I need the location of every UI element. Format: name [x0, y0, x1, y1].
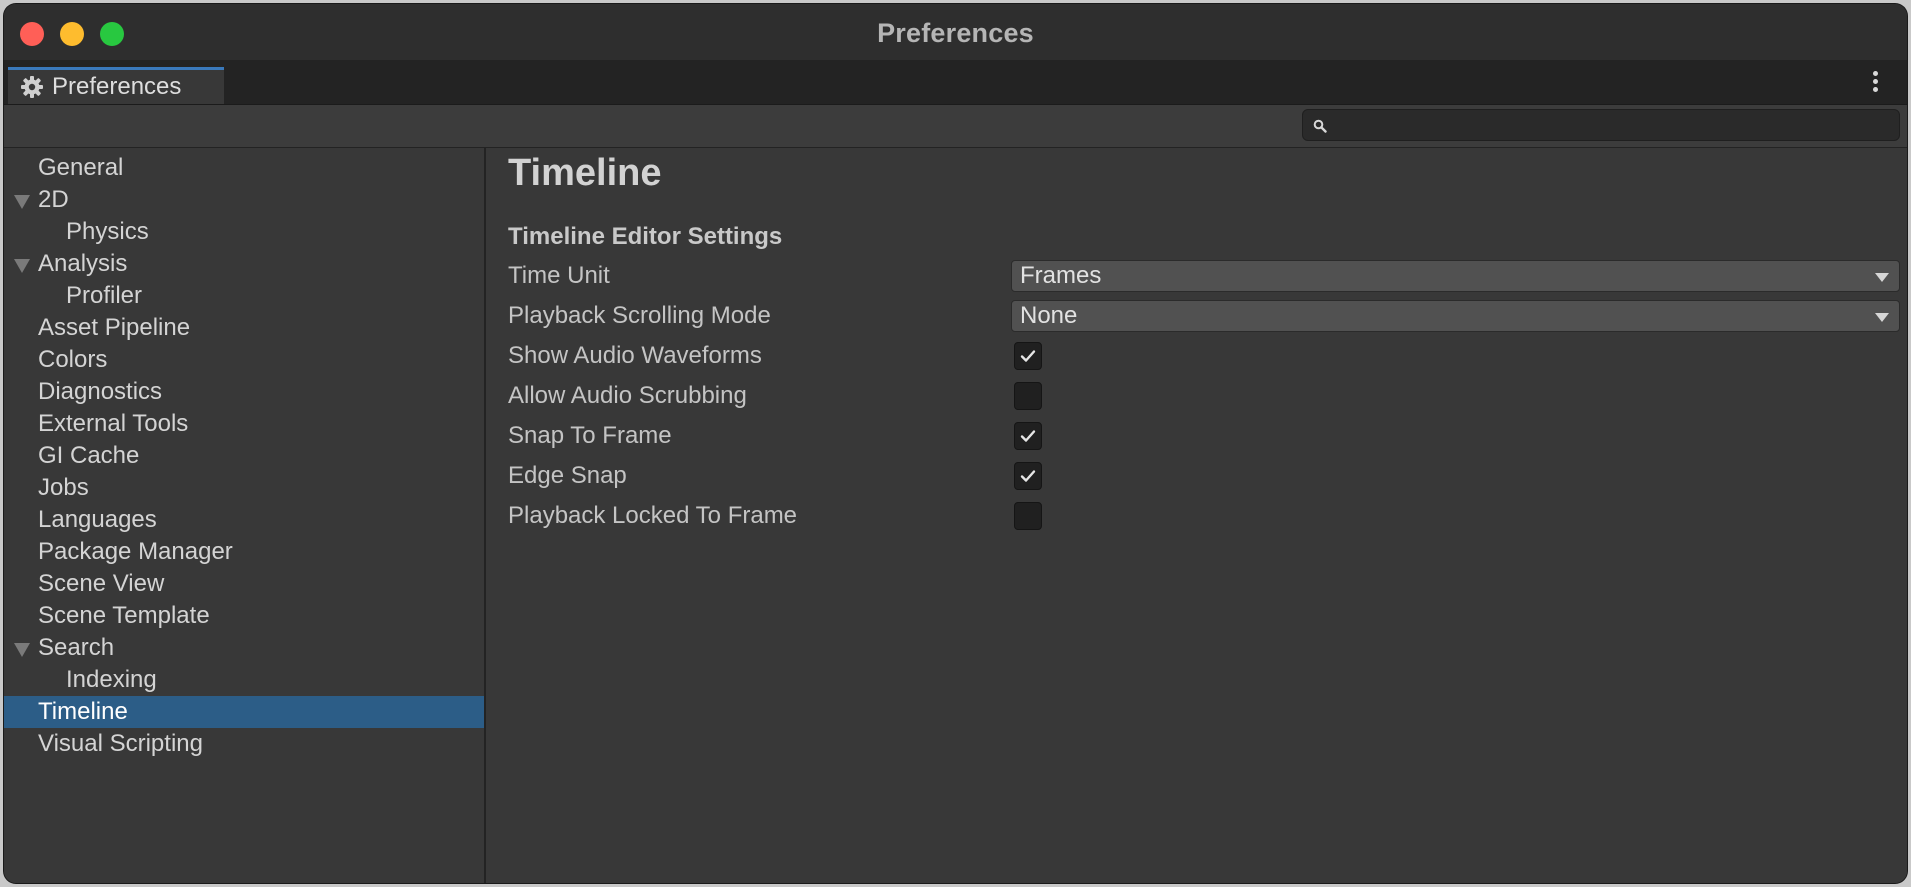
sidebar-item-label: External Tools	[38, 410, 189, 437]
search-input[interactable]	[1335, 112, 1895, 140]
sidebar-item-label: Indexing	[66, 666, 157, 693]
sidebar-item-external-tools[interactable]: External Tools	[4, 408, 484, 440]
sidebar-item-label: Timeline	[38, 698, 128, 725]
expand-triangle-icon[interactable]	[14, 259, 30, 273]
allow-audio-scrubbing-checkbox[interactable]	[1014, 382, 1042, 410]
sidebar-item-diagnostics[interactable]: Diagnostics	[4, 376, 484, 408]
chevron-down-icon	[1875, 313, 1889, 322]
sidebar-item-physics[interactable]: Physics	[4, 216, 484, 248]
dropdown-value: Frames	[1020, 262, 1102, 289]
preferences-sidebar: General 2D Physics Analysis Profiler Asset Pi…	[4, 148, 486, 883]
sidebar-item-label: GI Cache	[38, 442, 140, 469]
toolbar	[4, 105, 1907, 148]
sidebar-item-analysis[interactable]: Analysis	[4, 248, 484, 280]
playback-scrolling-mode-dropdown[interactable]: None	[1011, 300, 1900, 332]
sidebar-item-label: Jobs	[38, 474, 89, 501]
sidebar-item-colors[interactable]: Colors	[4, 344, 484, 376]
sidebar-item-general[interactable]: General	[4, 152, 484, 184]
sidebar-item-label: Physics	[66, 218, 149, 245]
sidebar-item-2d[interactable]: 2D	[4, 184, 484, 216]
sidebar-item-visual-scripting[interactable]: Visual Scripting	[4, 728, 484, 760]
sidebar-item-search[interactable]: Search	[4, 632, 484, 664]
preferences-window: Preferences Preferences General 2D Physi…	[4, 4, 1907, 883]
setting-label: Playback Scrolling Mode	[508, 302, 771, 329]
sidebar-item-profiler[interactable]: Profiler	[4, 280, 484, 312]
setting-label: Playback Locked To Frame	[508, 502, 798, 529]
more-options-icon[interactable]	[1873, 71, 1879, 95]
sidebar-item-timeline[interactable]: Timeline	[4, 696, 484, 728]
sidebar-item-package-manager[interactable]: Package Manager	[4, 536, 484, 568]
window-title: Preferences	[877, 18, 1034, 48]
setting-label: Edge Snap	[508, 462, 627, 489]
search-field[interactable]	[1302, 109, 1900, 141]
sidebar-item-jobs[interactable]: Jobs	[4, 472, 484, 504]
setting-label: Show Audio Waveforms	[508, 342, 762, 369]
checkmark-icon	[1020, 350, 1036, 362]
setting-label: Snap To Frame	[508, 422, 672, 449]
sidebar-item-label: Languages	[38, 506, 157, 533]
time-unit-dropdown[interactable]: Frames	[1011, 260, 1900, 292]
sidebar-item-label: General	[38, 154, 124, 181]
expand-triangle-icon[interactable]	[14, 643, 30, 657]
sidebar-item-asset-pipeline[interactable]: Asset Pipeline	[4, 312, 484, 344]
page-title: Timeline	[508, 152, 662, 194]
show-audio-waveforms-checkbox[interactable]	[1014, 342, 1042, 370]
sidebar-item-gi-cache[interactable]: GI Cache	[4, 440, 484, 472]
sidebar-item-scene-view[interactable]: Scene View	[4, 568, 484, 600]
dropdown-value: None	[1020, 302, 1078, 329]
gear-icon	[21, 76, 43, 98]
sidebar-item-label: Scene View	[38, 570, 165, 597]
playback-locked-to-frame-checkbox[interactable]	[1014, 502, 1042, 530]
edge-snap-checkbox[interactable]	[1014, 462, 1042, 490]
tab-preferences[interactable]: Preferences	[8, 67, 224, 104]
checkmark-icon	[1020, 470, 1036, 482]
sidebar-item-scene-template[interactable]: Scene Template	[4, 600, 484, 632]
tab-bar: Preferences	[4, 60, 1907, 105]
sidebar-item-label: Package Manager	[38, 538, 233, 565]
sidebar-item-languages[interactable]: Languages	[4, 504, 484, 536]
setting-label: Time Unit	[508, 262, 610, 289]
search-icon	[1313, 119, 1327, 133]
expand-triangle-icon[interactable]	[14, 195, 30, 209]
snap-to-frame-checkbox[interactable]	[1014, 422, 1042, 450]
sidebar-item-label: Visual Scripting	[38, 730, 203, 757]
chevron-down-icon	[1875, 273, 1889, 282]
setting-label: Allow Audio Scrubbing	[508, 382, 747, 409]
settings-panel: Timeline Timeline Editor Settings Time U…	[486, 148, 1907, 883]
sidebar-item-label: Search	[38, 634, 115, 661]
title-bar: Preferences	[4, 4, 1907, 60]
sidebar-item-label: Scene Template	[38, 602, 210, 629]
sidebar-item-indexing[interactable]: Indexing	[4, 664, 484, 696]
sidebar-item-label: Asset Pipeline	[38, 314, 191, 341]
sidebar-item-label: Profiler	[66, 282, 143, 309]
sidebar-item-label: Analysis	[38, 250, 128, 277]
tab-label: Preferences	[52, 73, 182, 100]
sidebar-item-label: Diagnostics	[38, 378, 163, 405]
sidebar-item-label: Colors	[38, 346, 108, 373]
section-title: Timeline Editor Settings	[508, 223, 783, 250]
sidebar-item-label: 2D	[38, 186, 69, 213]
checkmark-icon	[1020, 430, 1036, 442]
